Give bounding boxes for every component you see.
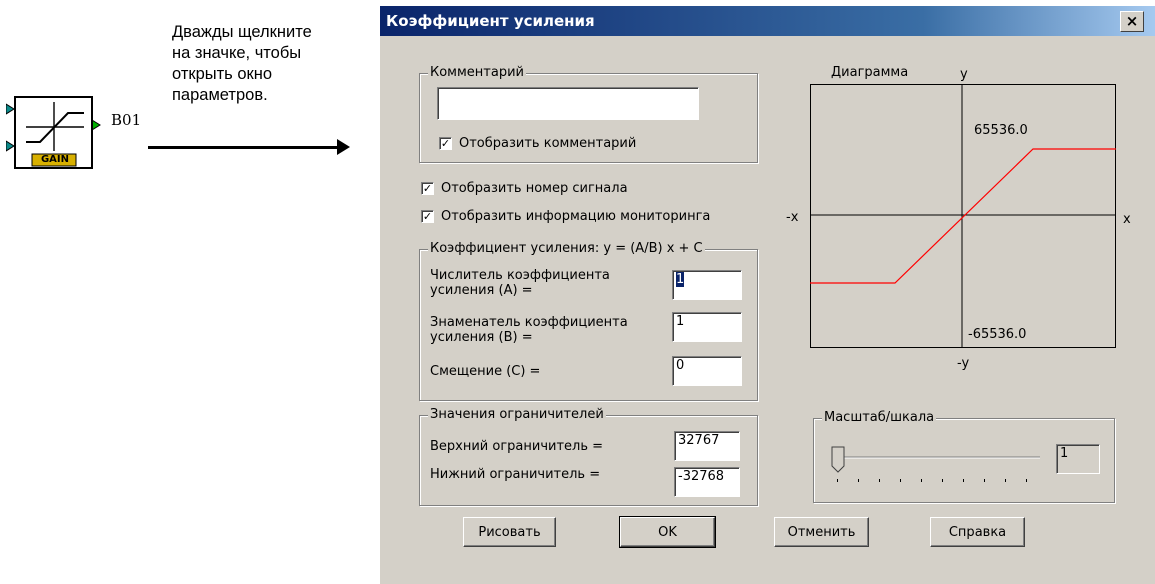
diagram-plot [810,84,1116,348]
show-comment-label: Отобразить комментарий [459,136,637,151]
numerator-input[interactable]: 1 [672,270,742,300]
close-button[interactable]: × [1120,11,1144,32]
gain-dialog: Коэффициент усиления × Комментарий ✓ Ото… [379,6,1155,584]
help-button[interactable]: Справка [930,517,1025,547]
draw-button[interactable]: Рисовать [463,517,556,547]
gain-icon-label: GAIN [40,154,70,165]
offset-input[interactable]: 0 [672,356,742,386]
instruction-line: Дважды щелкните [172,23,312,41]
dialog-title: Коэффициент усиления [386,12,595,30]
denominator-label: Знаменатель коэффициента усиления (B) = [430,315,628,345]
scale-group-title: Масштаб/шкала [822,410,937,425]
diagram-neg-y-label: -y [957,356,970,371]
checkbox-mark[interactable]: ✓ [421,182,434,195]
offset-label: Смещение (C) = [430,364,541,379]
cancel-button[interactable]: Отменить [774,517,869,547]
diagram-panel: 65536.0 -65536.0 [810,84,1116,348]
scale-slider[interactable] [830,444,1045,484]
diagram-neg-x-label: -x [786,210,799,225]
show-monitoring-label: Отобразить информацию мониторинга [441,209,711,224]
denominator-input[interactable]: 1 [672,312,742,342]
dialog-titlebar[interactable]: Коэффициент усиления × [380,6,1155,36]
numerator-label: Числитель коэффициента усиления (A) = [430,268,610,298]
instruction-line: открыть окно [172,65,273,83]
checkbox-mark[interactable]: ✓ [421,210,434,223]
instruction-text: Дважды щелкните на значке, чтобы открыть… [172,22,372,106]
diagram-y-label: y [960,67,968,82]
block-label: B01 [111,111,142,129]
show-monitoring-checkbox[interactable]: ✓ Отобразить информацию мониторинга [421,209,710,224]
comment-input[interactable] [437,87,699,120]
lower-limiter-value: -32768 [678,469,725,484]
scale-value-field: 1 [1056,444,1100,474]
denominator-label-line: Знаменатель коэффициента [430,315,628,330]
arrow-line [148,146,340,149]
show-comment-checkbox[interactable]: ✓ Отобразить комментарий [439,136,636,151]
upper-limiter-input[interactable]: 32767 [674,431,740,461]
diagram-x-label: x [1123,212,1131,227]
comment-group-title: Комментарий [428,65,526,80]
gain-group-title: Коэффициент усиления: y = (A/B) x + C [428,241,705,256]
show-signal-number-checkbox[interactable]: ✓ Отобразить номер сигнала [421,181,628,196]
instruction-line: параметров. [172,86,268,104]
slider-thumb [831,446,845,473]
checkbox-mark[interactable]: ✓ [439,137,452,150]
numerator-value: 1 [676,272,685,287]
arrow-head [337,139,350,155]
upper-limiter-label: Верхний ограничитель = [430,439,604,454]
denominator-label-line: усиления (B) = [430,330,533,345]
diagram-y-min: -65536.0 [968,327,1027,342]
instruction-line: на значке, чтобы [172,44,302,62]
diagram-title: Диаграмма [831,65,909,80]
show-signal-number-label: Отобразить номер сигнала [441,181,628,196]
numerator-label-line: усиления (A) = [430,283,533,298]
numerator-label-line: Числитель коэффициента [430,268,610,283]
lower-limiter-input[interactable]: -32768 [674,467,740,497]
diagram-y-max: 65536.0 [974,123,1028,138]
lower-limiter-label: Нижний ограничитель = [430,467,601,482]
limiter-group-title: Значения ограничителей [428,407,606,422]
ok-button[interactable]: OK [619,516,716,548]
